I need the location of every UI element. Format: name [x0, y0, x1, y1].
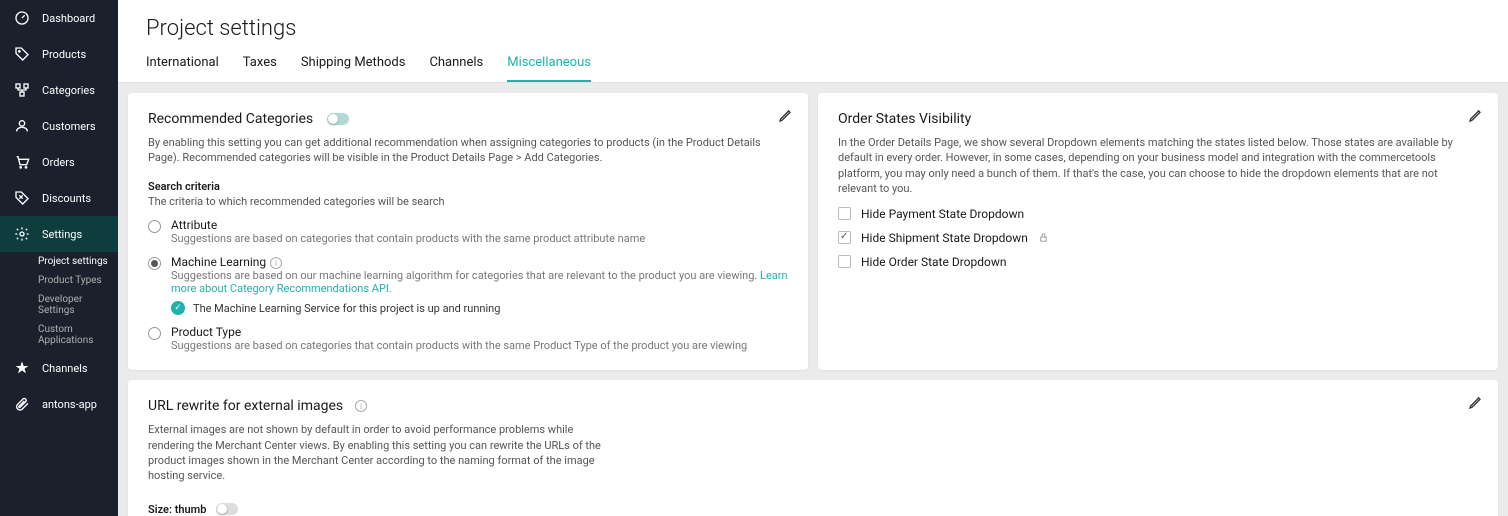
- tabs: International Taxes Shipping Methods Cha…: [146, 55, 1480, 82]
- checkbox-input[interactable]: [838, 255, 851, 268]
- thumb-toggle[interactable]: [216, 503, 238, 515]
- card-desc: By enabling this setting you can get add…: [148, 135, 788, 166]
- tab-taxes[interactable]: Taxes: [243, 55, 277, 82]
- card-url-rewrite: URL rewrite for external images i Extern…: [128, 380, 1498, 516]
- tab-shipping[interactable]: Shipping Methods: [301, 55, 406, 82]
- sidebar-item-discounts[interactable]: Discounts: [0, 180, 118, 216]
- radio-desc: Suggestions are based on categories that…: [171, 232, 645, 245]
- radio-label: Product Type: [171, 325, 747, 339]
- size-thumb-label: Size: thumb: [148, 503, 206, 516]
- lock-icon: [1038, 232, 1049, 243]
- checkbox-hide-shipment[interactable]: Hide Shipment State Dropdown: [838, 231, 1478, 245]
- sidebar-item-label: Settings: [42, 228, 82, 241]
- sidebar-item-categories[interactable]: Categories: [0, 72, 118, 108]
- card-title: URL rewrite for external images: [148, 398, 343, 414]
- radio-machine-learning[interactable]: Machine Learningi Suggestions are based …: [148, 255, 788, 316]
- criteria-sub: The criteria to which recommended catego…: [148, 195, 788, 208]
- radio-input[interactable]: [148, 257, 161, 270]
- radio-input[interactable]: [148, 327, 161, 340]
- gauge-icon: [14, 10, 30, 26]
- sidebar-item-dashboard[interactable]: Dashboard: [0, 0, 118, 36]
- content: Recommended Categories By enabling this …: [118, 83, 1508, 516]
- star-icon: [14, 360, 30, 376]
- card-desc: In the Order Details Page, we show sever…: [838, 135, 1478, 197]
- sidebar-item-customers[interactable]: Customers: [0, 108, 118, 144]
- sidebar-item-label: Dashboard: [42, 12, 95, 25]
- criteria-label: Search criteria: [148, 180, 788, 193]
- user-icon: [14, 118, 30, 134]
- sidebar-item-settings[interactable]: Settings: [0, 216, 118, 252]
- sidebar-item-channels[interactable]: Channels: [0, 350, 118, 386]
- radio-label: Machine Learningi: [171, 255, 788, 270]
- page-title: Project settings: [146, 16, 1480, 41]
- sidebar-item-label: antons-app: [42, 398, 97, 411]
- edit-icon[interactable]: [1468, 107, 1484, 123]
- tab-miscellaneous[interactable]: Miscellaneous: [507, 55, 591, 82]
- checkbox-label: Hide Order State Dropdown: [861, 255, 1006, 269]
- checkbox-label: Hide Payment State Dropdown: [861, 207, 1024, 221]
- sidebar-item-label: Orders: [42, 156, 75, 169]
- sidebar-item-orders[interactable]: Orders: [0, 144, 118, 180]
- checkbox-label: Hide Shipment State Dropdown: [861, 231, 1028, 245]
- sidebar-sub-project-settings[interactable]: Project settings: [0, 252, 118, 271]
- card-order-states: Order States Visibility In the Order Det…: [818, 93, 1498, 370]
- tag-icon: [14, 46, 30, 62]
- info-icon[interactable]: i: [270, 257, 282, 269]
- ml-status: ✓ The Machine Learning Service for this …: [171, 301, 788, 315]
- card-desc: External images are not shown by default…: [148, 422, 618, 484]
- sidebar: Dashboard Products Categories Customers …: [0, 0, 118, 516]
- sidebar-item-label: Discounts: [42, 192, 91, 205]
- card-title: Recommended Categories: [148, 111, 313, 127]
- paperclip-icon: [14, 396, 30, 412]
- checkbox-hide-order[interactable]: Hide Order State Dropdown: [838, 255, 1478, 269]
- edit-icon[interactable]: [778, 107, 794, 123]
- main: Project settings International Taxes Shi…: [118, 0, 1508, 516]
- ml-status-text: The Machine Learning Service for this pr…: [193, 302, 500, 315]
- radio-product-type[interactable]: Product Type Suggestions are based on ca…: [148, 325, 788, 352]
- info-icon[interactable]: i: [355, 400, 367, 412]
- check-icon: ✓: [171, 301, 185, 315]
- percent-icon: [14, 190, 30, 206]
- sidebar-item-label: Categories: [42, 84, 95, 97]
- tree-icon: [14, 82, 30, 98]
- sidebar-item-products[interactable]: Products: [0, 36, 118, 72]
- cart-icon: [14, 154, 30, 170]
- tab-international[interactable]: International: [146, 55, 219, 82]
- sidebar-item-label: Channels: [42, 362, 88, 375]
- checkbox-input[interactable]: [838, 231, 851, 244]
- sidebar-sub-developer-settings[interactable]: Developer Settings: [0, 290, 118, 320]
- radio-input[interactable]: [148, 220, 161, 233]
- sidebar-item-label: Customers: [42, 120, 96, 133]
- sidebar-sub-product-types[interactable]: Product Types: [0, 271, 118, 290]
- gear-icon: [14, 226, 30, 242]
- tab-channels[interactable]: Channels: [429, 55, 483, 82]
- recommended-toggle[interactable]: [327, 113, 349, 125]
- radio-label: Attribute: [171, 218, 645, 232]
- radio-attribute[interactable]: Attribute Suggestions are based on categ…: [148, 218, 788, 245]
- sidebar-item-label: Products: [42, 48, 86, 61]
- checkbox-input[interactable]: [838, 207, 851, 220]
- page-header: Project settings International Taxes Shi…: [118, 0, 1508, 83]
- radio-desc: Suggestions are based on our machine lea…: [171, 269, 788, 295]
- radio-desc: Suggestions are based on categories that…: [171, 339, 747, 352]
- checkbox-hide-payment[interactable]: Hide Payment State Dropdown: [838, 207, 1478, 221]
- card-recommended-categories: Recommended Categories By enabling this …: [128, 93, 808, 370]
- sidebar-item-app[interactable]: antons-app: [0, 386, 118, 422]
- edit-icon[interactable]: [1468, 394, 1484, 410]
- sidebar-sub-custom-applications[interactable]: Custom Applications: [0, 320, 118, 350]
- card-title: Order States Visibility: [838, 111, 1478, 127]
